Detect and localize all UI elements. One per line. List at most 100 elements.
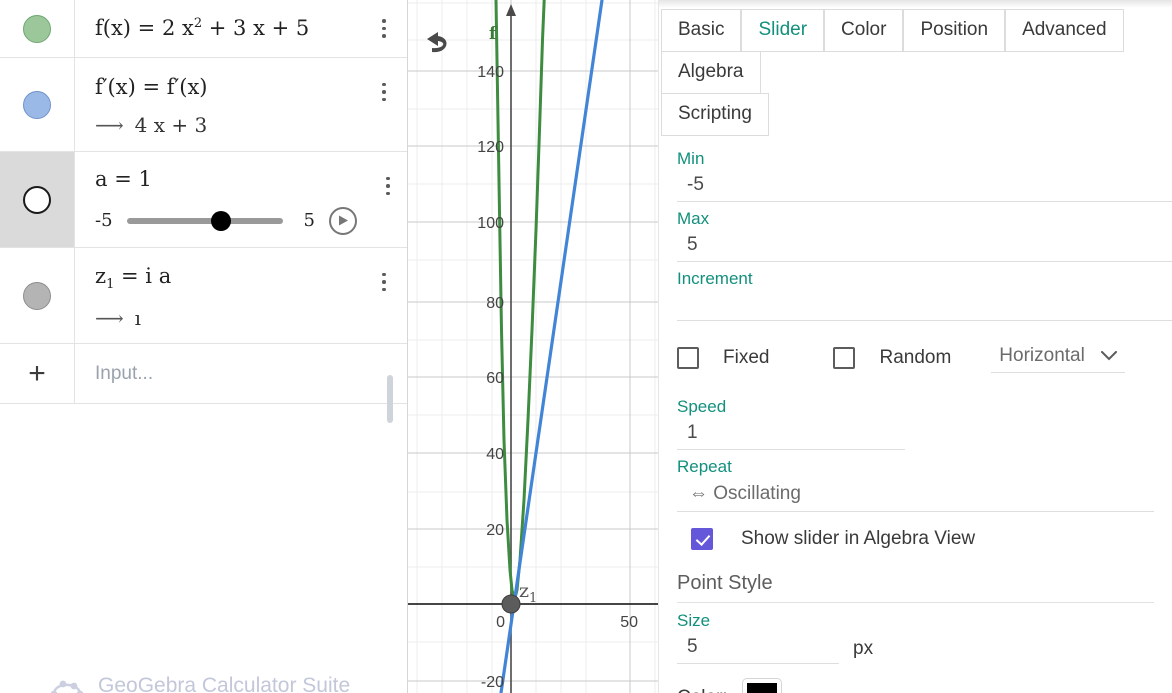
algebra-input-cell[interactable]: Input... — [75, 344, 407, 403]
increment-input[interactable] — [677, 291, 1172, 321]
visibility-marble-cell-f[interactable] — [0, 0, 75, 57]
svg-text:100: 100 — [477, 215, 504, 232]
tab-scripting[interactable]: Scripting — [661, 93, 769, 136]
algebra-view-panel: f(x) = 2 x2 + 3 x + 5 f′(x) = f′(x) ⟶ 4 … — [0, 0, 408, 693]
algebra-row-fprime[interactable]: f′(x) = f′(x) ⟶ 4 x + 3 — [0, 58, 407, 152]
expression-z1: z1 = i a — [95, 264, 172, 293]
geogebra-logo-icon — [50, 680, 84, 693]
plus-icon: + — [28, 356, 46, 390]
field-repeat: Repeat ⇔ Oscillating — [677, 457, 1172, 512]
orientation-value: Horizontal — [999, 345, 1085, 366]
arrow-right-icon: ⟶ — [95, 305, 124, 330]
algebra-row-f[interactable]: f(x) = 2 x2 + 3 x + 5 — [0, 0, 407, 58]
max-label: Max — [677, 209, 710, 228]
svg-text:0: 0 — [496, 614, 505, 631]
chevron-down-icon — [1100, 351, 1117, 361]
undo-icon — [427, 32, 447, 53]
slider-track[interactable] — [127, 210, 283, 231]
expression-fprime: f′(x) = f′(x) — [95, 75, 208, 100]
svg-text:80: 80 — [486, 295, 504, 312]
arrow-right-icon: ⟶ — [95, 112, 124, 137]
point-label-z1: z1 — [519, 580, 537, 606]
row-menu-button-f[interactable] — [373, 17, 395, 41]
random-label: Random — [879, 347, 952, 368]
show-slider-label: Show slider in Algebra View — [741, 528, 976, 549]
settings-tab-bar: Basic Slider Color Position Advanced Alg… — [659, 0, 1172, 94]
size-label: Size — [677, 611, 711, 630]
svg-text:120: 120 — [477, 139, 504, 156]
repeat-dropdown[interactable]: ⇔ Oscillating — [677, 479, 1154, 512]
geogebra-watermark: GeoGebra Calculator Suite — [50, 673, 350, 693]
slider-max-label: 5 — [303, 210, 315, 232]
algebra-input-row[interactable]: + Input... — [0, 344, 407, 404]
repeat-label: Repeat — [677, 457, 732, 476]
visibility-marble-icon[interactable] — [23, 14, 51, 43]
tab-slider[interactable]: Slider — [741, 9, 825, 52]
slider-flags-row: Fixed Random Horizontal — [677, 343, 1172, 373]
min-input[interactable]: -5 — [677, 171, 1172, 202]
slider-play-button[interactable] — [329, 206, 357, 235]
visibility-marble-cell-fprime[interactable] — [0, 58, 75, 151]
output-value-fprime: 4 x + 3 — [134, 112, 208, 137]
tab-color[interactable]: Color — [824, 9, 904, 52]
algebra-row-slider-a[interactable]: a = 1 -5 5 — [0, 152, 407, 248]
random-checkbox[interactable] — [833, 347, 856, 369]
color-label: Color: — [677, 687, 728, 693]
speed-label: Speed — [677, 397, 727, 416]
tab-position[interactable]: Position — [903, 9, 1006, 52]
max-input[interactable]: 5 — [677, 231, 1172, 262]
speed-input[interactable]: 1 — [677, 419, 905, 450]
settings-tab-bar-row2: Scripting — [659, 93, 1172, 136]
point-color-row: Color: — [677, 678, 1172, 693]
visibility-marble-icon[interactable] — [23, 185, 51, 214]
algebra-row-content-f[interactable]: f(x) = 2 x2 + 3 x + 5 — [75, 0, 407, 57]
panel-top-shadow — [659, 0, 1172, 8]
expression-a: a = 1 — [95, 167, 152, 192]
size-input[interactable]: 5 — [677, 633, 839, 664]
point-style-title: Point Style — [677, 568, 1154, 603]
row-menu-button-fprime[interactable] — [373, 80, 395, 104]
slider-thumb[interactable] — [210, 210, 231, 231]
field-speed: Speed 1 — [677, 397, 1172, 450]
graph-canvas[interactable]: 140 120 100 80 60 40 20 -20 0 50 f z1 — [408, 0, 658, 693]
field-increment: Increment — [677, 269, 1172, 321]
watermark-text: GeoGebra Calculator Suite — [98, 674, 351, 693]
undo-button[interactable] — [422, 30, 456, 63]
algebra-row-z1[interactable]: z1 = i a ⟶ ı — [0, 248, 407, 344]
output-fprime: ⟶ 4 x + 3 — [95, 113, 367, 137]
slider-control-a[interactable]: -5 5 — [95, 206, 357, 235]
graphics-view-panel[interactable]: 140 120 100 80 60 40 20 -20 0 50 f z1 — [408, 0, 658, 693]
show-slider-checkbox[interactable] — [691, 528, 713, 550]
tab-basic[interactable]: Basic — [661, 9, 742, 52]
visibility-marble-icon[interactable] — [23, 281, 51, 310]
geogebra-app: f(x) = 2 x2 + 3 x + 5 f′(x) = f′(x) ⟶ 4 … — [0, 0, 1172, 693]
field-size: Size 5 px — [677, 611, 1172, 664]
color-picker-button[interactable] — [741, 678, 782, 693]
tab-advanced[interactable]: Advanced — [1005, 9, 1124, 52]
field-max: Max 5 — [677, 209, 1172, 262]
algebra-row-content-fprime[interactable]: f′(x) = f′(x) ⟶ 4 x + 3 — [75, 58, 407, 151]
svg-text:50: 50 — [620, 614, 638, 631]
increment-label: Increment — [677, 269, 753, 288]
visibility-marble-cell-z1[interactable] — [0, 248, 75, 343]
curve-line — [499, 0, 604, 693]
visibility-marble-cell-a[interactable] — [0, 152, 75, 247]
slider-settings-body: Min -5 Max 5 Increment Fixed Random Hori… — [659, 135, 1172, 693]
row-menu-button-a[interactable] — [377, 174, 399, 198]
orientation-dropdown[interactable]: Horizontal — [991, 343, 1125, 373]
point-z1 — [501, 594, 521, 614]
add-expression-button[interactable]: + — [0, 344, 75, 403]
algebra-scrollbar-thumb[interactable] — [387, 375, 393, 423]
algebra-row-content-z1[interactable]: z1 = i a ⟶ ı — [75, 248, 407, 343]
row-menu-button-z1[interactable] — [373, 270, 395, 294]
min-label: Min — [677, 149, 705, 168]
size-unit: px — [853, 638, 874, 659]
output-z1: ⟶ ı — [95, 306, 367, 330]
algebra-input-field[interactable]: Input... — [95, 363, 367, 385]
fixed-checkbox[interactable] — [677, 347, 699, 369]
algebra-row-content-a[interactable]: a = 1 -5 5 — [75, 152, 407, 247]
visibility-marble-icon[interactable] — [23, 90, 51, 119]
field-min: Min -5 — [677, 149, 1172, 202]
tab-algebra[interactable]: Algebra — [661, 51, 761, 94]
slider-min-label: -5 — [95, 210, 113, 232]
